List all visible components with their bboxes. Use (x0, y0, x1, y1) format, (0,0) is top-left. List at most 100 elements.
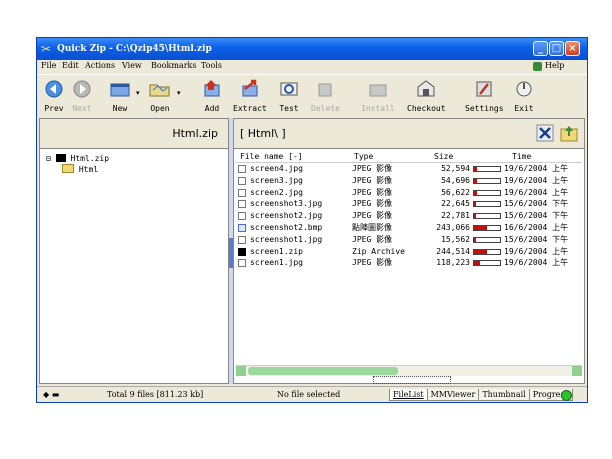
delete-button[interactable]: Delete (311, 79, 340, 113)
scroll-left-icon[interactable] (236, 366, 246, 376)
file-name: screenshot2.jpg (250, 211, 323, 221)
settings-button[interactable]: Settings (465, 79, 504, 113)
column-time[interactable]: Time (512, 151, 531, 162)
file-row[interactable]: screenshot2.bmp 點陣圖影像 243,066 16/6/2004 上午 (236, 222, 582, 234)
menu-tools[interactable]: Tools (201, 61, 222, 70)
open-dropdown-icon[interactable]: ▾ (177, 89, 181, 97)
column-size[interactable]: Size (434, 151, 453, 162)
size-bar (473, 236, 501, 243)
quick-zip-window: ✂ Quick Zip - C:\Qzip45\Html.zip _ □ × F… (36, 37, 588, 403)
forward-arrow-icon (73, 80, 91, 98)
open-button[interactable]: Open (149, 79, 171, 113)
size-bar (473, 248, 501, 255)
jpg-file-icon (238, 200, 246, 209)
maximize-button[interactable]: □ (549, 41, 564, 56)
size-bar-fill (474, 167, 477, 171)
tab-filelist[interactable]: FileList (389, 389, 428, 401)
tab-thumbnail[interactable]: Thumbnail (478, 389, 530, 401)
size-bar-fill (474, 261, 480, 266)
file-name: screenshot1.jpg (250, 234, 323, 244)
file-list: screen4.jpg JPEG 影像 52,594 19/6/2004 上午 scre… (236, 163, 582, 269)
back-arrow-icon (45, 80, 63, 98)
file-row[interactable]: screenshot3.jpg JPEG 影像 22,645 15/6/2004 下午 (236, 198, 582, 210)
new-dropdown-icon[interactable]: ▾ (136, 89, 140, 97)
app-icon: ✂ (41, 42, 52, 56)
open-folder-icon (149, 84, 170, 97)
scroll-thumb[interactable] (248, 367, 398, 375)
file-size: 52,594 (441, 164, 470, 173)
jpg-file-icon (238, 188, 246, 197)
menu-help[interactable]: Help (545, 61, 564, 70)
file-row[interactable]: screen4.jpg JPEG 影像 52,594 19/6/2004 上午 (236, 163, 582, 175)
folder-tree: ⊟ Html.zip Html (46, 153, 109, 175)
minimize-button[interactable]: _ (533, 41, 548, 56)
new-button[interactable]: New (109, 79, 131, 113)
file-list-panel: [ Html\ ] File name [-] Type Size Time s… (233, 118, 585, 384)
tree-item-archive[interactable]: ⊟ Html.zip (46, 153, 109, 164)
extract-icon (242, 79, 258, 97)
jpg-file-icon (238, 259, 246, 268)
exit-icon (516, 81, 532, 97)
install-button[interactable]: Install (361, 79, 395, 113)
prev-button[interactable]: Prev (43, 79, 65, 113)
size-bar-fill (474, 249, 487, 254)
jpg-file-icon (238, 176, 246, 185)
file-row[interactable]: screenshot1.jpg JPEG 影像 15,562 15/6/2004 下午 (236, 234, 582, 246)
title-bar[interactable]: ✂ Quick Zip - C:\Qzip45\Html.zip _ □ × (37, 38, 587, 60)
menu-bookmarks[interactable]: Bookmarks (151, 61, 197, 70)
status-led-icon (561, 390, 572, 401)
file-row[interactable]: screenshot2.jpg JPEG 影像 22,781 15/6/2004 下午 (236, 210, 582, 222)
file-size: 244,514 (436, 246, 470, 256)
close-button[interactable]: × (565, 41, 580, 56)
menu-edit[interactable]: Edit (62, 61, 79, 70)
file-name: screenshot2.bmp (250, 222, 323, 232)
toolbar: Prev Next New ▾ Open ▾ Add Extract Test (37, 74, 587, 119)
folder-tree-panel: Html.zip ⊟ Html.zip Html (39, 118, 229, 384)
size-bar (473, 166, 501, 172)
size-bar-fill (474, 190, 477, 195)
file-name: screen4.jpg (250, 164, 303, 173)
next-button[interactable]: Next (71, 79, 93, 113)
size-bar-fill (474, 237, 476, 242)
size-bar-fill (474, 202, 476, 207)
tab-mmviewer[interactable]: MMViewer (426, 389, 480, 401)
collapse-icon[interactable]: ⊟ (46, 154, 51, 163)
scroll-right-icon[interactable] (572, 366, 582, 376)
menu-actions[interactable]: Actions (85, 61, 115, 70)
menu-file[interactable]: File (41, 61, 56, 70)
horizontal-scrollbar[interactable] (236, 365, 582, 376)
jpg-file-icon (238, 212, 246, 221)
exit-button[interactable]: Exit (513, 79, 535, 113)
up-folder-icon[interactable] (560, 124, 578, 142)
size-bar (473, 177, 501, 184)
file-size: 15,562 (441, 234, 470, 244)
size-bar (473, 213, 501, 220)
extract-button[interactable]: Extract (233, 79, 267, 113)
file-size: 56,622 (441, 187, 470, 197)
view-toggle-icon[interactable] (536, 124, 554, 142)
install-icon (369, 84, 387, 97)
file-row[interactable]: screen1.zip Zip Archive 244,514 19/6/2004 上… (236, 246, 582, 258)
checkout-icon (417, 80, 435, 97)
test-button[interactable]: Test (278, 79, 300, 113)
menu-view[interactable]: View (122, 61, 142, 70)
checkout-button[interactable]: Checkout (407, 79, 446, 113)
column-file-name[interactable]: File name [-] (240, 151, 303, 162)
file-row[interactable]: screen3.jpg JPEG 影像 54,696 19/6/2004 上午 (236, 175, 582, 187)
file-date: 15/6/2004 下午 (504, 199, 569, 209)
file-size: 54,696 (441, 175, 470, 185)
add-button[interactable]: Add (201, 79, 223, 113)
nav-icon[interactable]: ◆ ▬ (43, 390, 59, 399)
file-date: 19/6/2004 上午 (504, 258, 569, 268)
column-type[interactable]: Type (354, 151, 373, 162)
file-row[interactable]: screen2.jpg JPEG 影像 56,622 19/6/2004 上午 (236, 187, 582, 199)
file-name: screen3.jpg (250, 175, 303, 185)
menu-bar: File Edit Actions View Bookmarks Tools H… (37, 60, 587, 74)
view-splitter-handle[interactable] (373, 376, 451, 384)
tree-item-html-folder[interactable]: Html (46, 164, 109, 175)
settings-icon (476, 81, 492, 97)
zip-file-icon (238, 247, 246, 256)
file-row[interactable]: screen1.jpg JPEG 影像 118,223 19/6/2004 上午 (236, 257, 582, 269)
bmp-file-icon (238, 223, 246, 232)
file-date: 19/6/2004 上午 (504, 246, 569, 256)
